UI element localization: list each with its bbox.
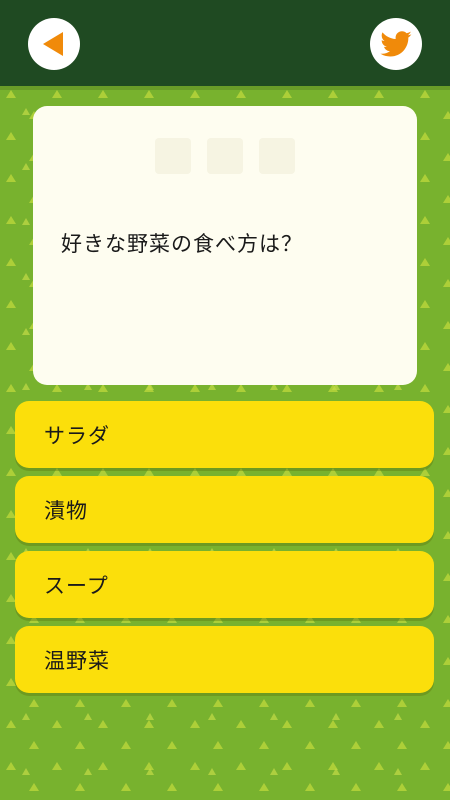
twitter-share-button[interactable] (370, 18, 422, 70)
back-button[interactable] (28, 18, 80, 70)
back-arrow-icon (43, 32, 63, 56)
question-card: 好きな野菜の食べ方は？ (33, 106, 417, 385)
answer-label: 漬物 (44, 498, 88, 523)
answer-option-2[interactable]: 漬物 (15, 476, 434, 543)
answer-option-1[interactable]: サラダ (15, 401, 434, 468)
twitter-bird-icon (380, 31, 412, 57)
header-shadow (0, 86, 450, 90)
answer-label: サラダ (44, 423, 110, 448)
answer-label: 温野菜 (44, 648, 110, 673)
answer-option-4[interactable]: 温野菜 (15, 626, 434, 693)
answer-label: スープ (44, 573, 109, 598)
question-text: 好きな野菜の食べ方は？ (61, 232, 303, 256)
header-bar (0, 0, 450, 86)
card-watermark (33, 124, 417, 196)
answer-list: サラダ 漬物 スープ 温野菜 (15, 401, 434, 701)
watermark-graphic (155, 138, 295, 174)
answer-option-3[interactable]: スープ (15, 551, 434, 618)
